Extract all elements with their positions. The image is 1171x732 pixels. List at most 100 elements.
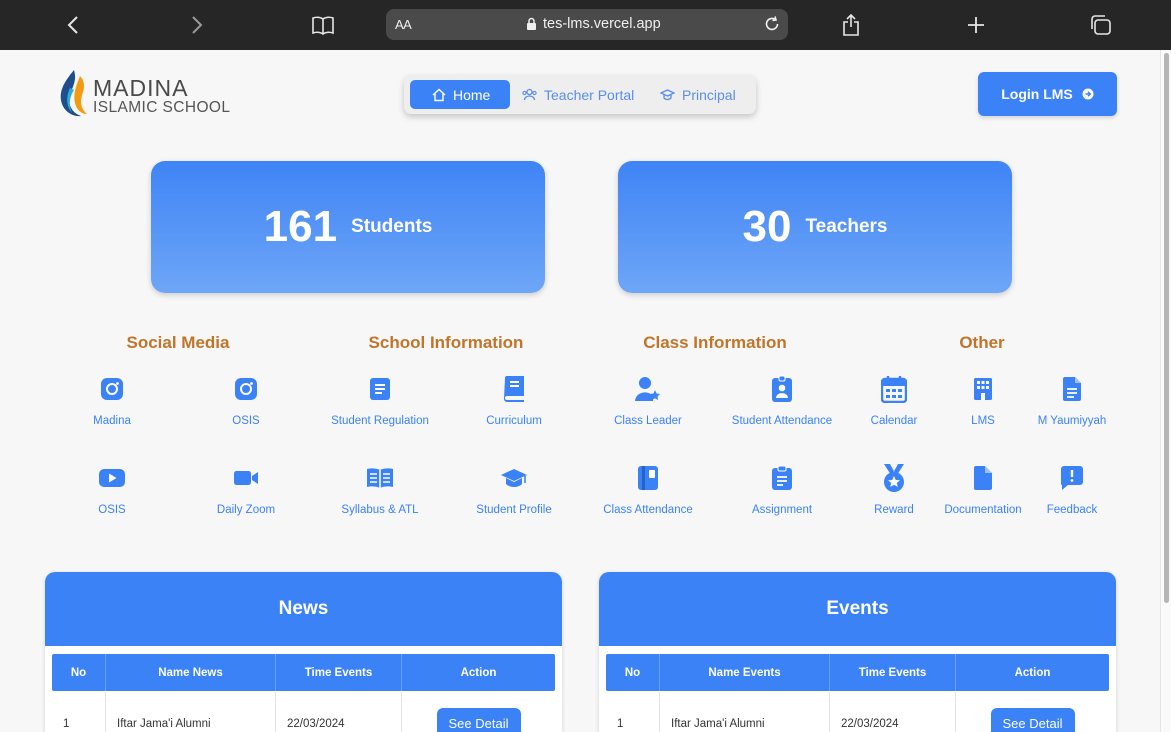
link-student-attendance[interactable]: Student Attendance: [717, 374, 847, 427]
teachers-label: Teachers: [805, 216, 888, 237]
link-osis-youtube-label: OSIS: [98, 504, 126, 516]
events-table-header: No Name Events Time Events Action: [606, 654, 1109, 691]
category-class-information: Class Information: [643, 333, 787, 352]
reload-icon[interactable]: [763, 15, 781, 33]
link-feedback-label: Feedback: [1046, 504, 1098, 516]
share-icon[interactable]: [831, 10, 871, 40]
students-label: Students: [351, 216, 433, 237]
tab-teacher-portal[interactable]: Teacher Portal: [522, 80, 634, 109]
school-logo[interactable]: MADINA ISLAMIC SCHOOL: [56, 68, 231, 120]
link-syllabus-atl-label: Syllabus & ATL: [341, 504, 419, 516]
link-assignment-label: Assignment: [751, 504, 813, 516]
link-student-attendance-label: Student Attendance: [731, 415, 833, 427]
teachers-stat-card: 30 Teachers: [618, 161, 1012, 293]
id-badge-icon: [772, 375, 792, 402]
column-header: Name Events: [660, 654, 830, 691]
link-class-leader[interactable]: Class Leader: [583, 374, 713, 427]
forward-icon[interactable]: [177, 10, 217, 40]
page: MADINA ISLAMIC SCHOOL Home Teacher Porta…: [0, 50, 1160, 732]
tabs-overview-icon[interactable]: [1081, 10, 1121, 40]
tab-home[interactable]: Home: [410, 80, 510, 109]
video-camera-icon: [234, 471, 258, 485]
link-syllabus-atl[interactable]: Syllabus & ATL: [315, 463, 445, 516]
link-m-yaumiyyah[interactable]: M Yaumiyyah: [1007, 374, 1137, 427]
login-lms-button[interactable]: Login LMS: [978, 72, 1117, 116]
tab-home-label: Home: [453, 86, 491, 103]
main-nav: Home Teacher Portal Principal: [404, 75, 756, 114]
arrow-right-circle-icon: [1082, 88, 1094, 100]
link-class-attendance-label: Class Attendance: [603, 504, 693, 516]
document-list-icon: [370, 378, 390, 400]
link-osis-instagram[interactable]: OSIS: [181, 374, 311, 427]
link-feedback[interactable]: Feedback: [1007, 463, 1137, 516]
link-student-profile[interactable]: Student Profile: [449, 463, 579, 516]
scrollbar-thumb[interactable]: [1164, 53, 1169, 603]
vertical-scrollbar[interactable]: [1160, 50, 1171, 732]
tab-principal[interactable]: Principal: [660, 80, 736, 109]
text-size-button[interactable]: AA: [395, 17, 412, 32]
graduation-cap-icon: [660, 89, 675, 101]
cell-action: See Detail: [956, 692, 1109, 732]
reading-list-icon[interactable]: [303, 10, 343, 40]
youtube-icon: [99, 469, 125, 487]
students-count: 161: [263, 202, 338, 251]
file-text-icon: [1063, 377, 1081, 401]
tab-teacher-portal-label: Teacher Portal: [544, 86, 635, 103]
link-madina[interactable]: Madina: [47, 374, 177, 427]
login-lms-label: Login LMS: [1001, 86, 1073, 102]
address-bar[interactable]: AA tes-lms.vercel.app: [386, 9, 788, 40]
news-table-header: No Name News Time Events Action: [52, 654, 555, 691]
cell-time: 22/03/2024: [276, 692, 402, 732]
logo-subtitle: ISLAMIC SCHOOL: [93, 99, 231, 116]
link-curriculum[interactable]: Curriculum: [449, 374, 579, 427]
back-icon[interactable]: [53, 10, 93, 40]
link-madina-label: Madina: [93, 415, 131, 427]
instagram-icon: [101, 378, 123, 400]
home-icon: [432, 88, 446, 101]
see-detail-button[interactable]: See Detail: [990, 708, 1075, 732]
category-social-media: Social Media: [126, 333, 230, 352]
message-alert-icon: [1061, 466, 1083, 490]
link-class-leader-label: Class Leader: [614, 415, 682, 427]
cell-action: See Detail: [402, 692, 555, 732]
link-class-attendance[interactable]: Class Attendance: [583, 463, 713, 516]
file-icon: [974, 466, 992, 490]
link-osis-youtube[interactable]: OSIS: [47, 463, 177, 516]
link-m-yaumiyyah-label: M Yaumiyyah: [1037, 415, 1107, 427]
see-detail-button[interactable]: See Detail: [436, 708, 521, 732]
news-panel: News No Name News Time Events Action 1 I…: [45, 572, 562, 732]
link-assignment[interactable]: Assignment: [717, 463, 847, 516]
open-book-icon: [367, 468, 393, 488]
link-daily-zoom-label: Daily Zoom: [216, 504, 276, 516]
tab-principal-label: Principal: [682, 86, 736, 103]
link-student-regulation[interactable]: Student Regulation: [315, 374, 445, 427]
browser-toolbar: AA tes-lms.vercel.app: [0, 0, 1171, 50]
teachers-count: 30: [742, 202, 792, 251]
link-curriculum-label: Curriculum: [486, 415, 542, 427]
cell-no: 1: [606, 692, 660, 732]
notebook-icon: [638, 466, 658, 490]
graduation-cap-icon: [501, 469, 527, 487]
events-panel: Events No Name Events Time Events Action…: [599, 572, 1116, 732]
column-header: Time Events: [830, 654, 956, 691]
user-star-icon: [635, 377, 660, 401]
link-daily-zoom[interactable]: Daily Zoom: [181, 463, 311, 516]
table-row: 1 Iftar Jama'i Alumni 22/03/2024 See Det…: [606, 692, 1109, 732]
column-header: No: [52, 654, 106, 691]
logo-title: MADINA: [93, 75, 189, 101]
link-student-regulation-label: Student Regulation: [331, 415, 429, 427]
cell-name: Iftar Jama'i Alumni: [106, 692, 276, 732]
events-title: Events: [599, 572, 1116, 646]
cell-no: 1: [52, 692, 106, 732]
calendar-icon: [881, 376, 907, 403]
new-tab-icon[interactable]: [956, 10, 996, 40]
cell-time: 22/03/2024: [830, 692, 956, 732]
book-icon: [504, 376, 524, 402]
column-header: Action: [460, 666, 497, 679]
users-icon: [522, 88, 537, 101]
news-title: News: [45, 572, 562, 646]
lock-icon: [526, 17, 537, 31]
building-icon: [974, 378, 992, 400]
clipboard-icon: [772, 465, 792, 490]
column-header: Name News: [106, 654, 276, 691]
